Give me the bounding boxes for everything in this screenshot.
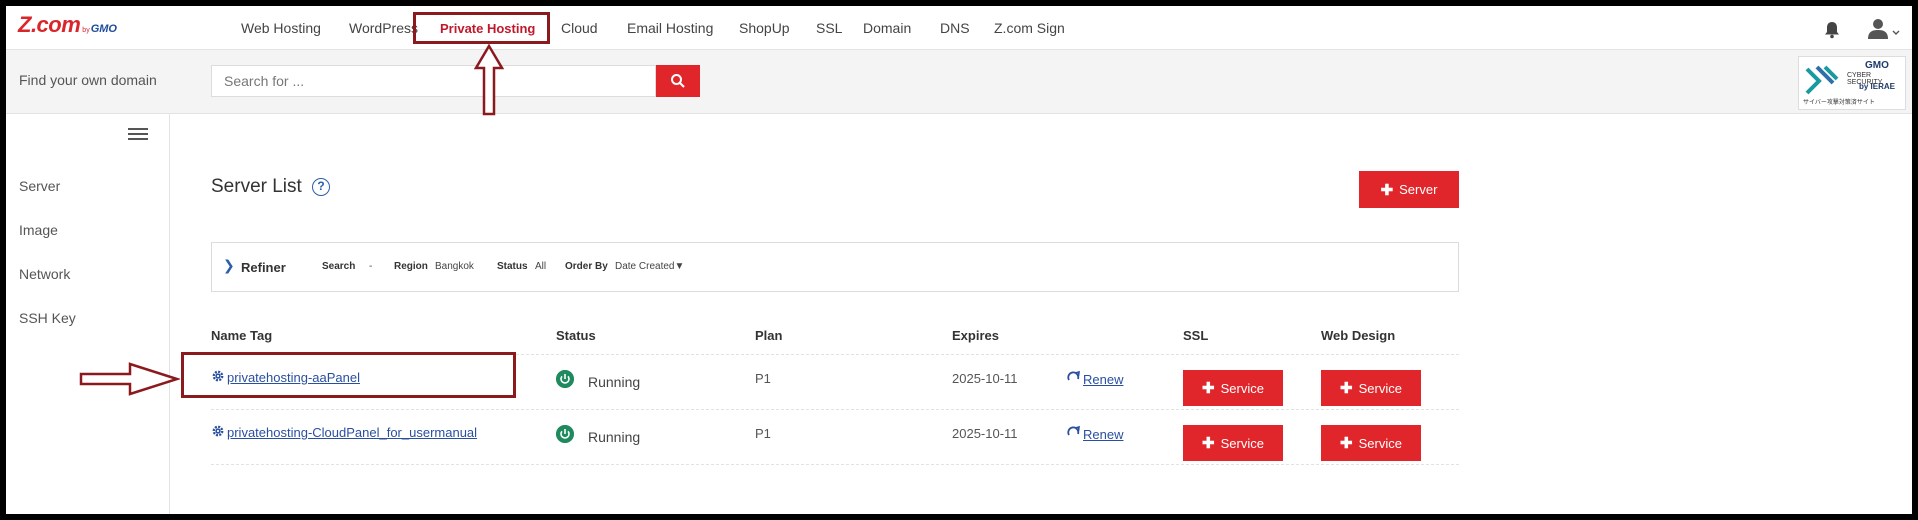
annotation-row-highlight-box [181,352,516,398]
search-button[interactable] [656,65,700,97]
domain-search-bar: Find your own domain GMO CYBER SECURITY … [6,50,1912,114]
refiner-panel[interactable]: ❯ Refiner Search - Region Bangkok Status… [211,242,1459,292]
plan-text: P1 [755,426,771,441]
server-name-link[interactable]: privatehosting-CloudPanel_for_usermanual [227,425,477,440]
badge-jp-text: サイバー攻撃対策済サイト [1803,100,1875,106]
app-window: Z.com by GMO Web Hosting WordPress Priva… [6,6,1912,514]
web-design-service-label: Service [1358,380,1402,396]
sidebar-item-server[interactable]: Server [19,178,60,194]
refiner-search-key: Search [322,261,356,272]
refiner-search-value[interactable]: - [369,261,372,272]
annotation-right-arrow-icon [79,362,180,396]
sidebar-item-network[interactable]: Network [19,266,70,282]
find-domain-label: Find your own domain [19,72,157,88]
search-icon [671,74,685,88]
sidebar-item-ssh-key[interactable]: SSH Key [19,310,76,326]
nav-email-hosting[interactable]: Email Hosting [627,20,713,36]
refiner-status-value[interactable]: All [535,261,546,272]
ssl-service-button[interactable]: ✚ Service [1183,370,1283,406]
zcom-logo[interactable]: Z.com by GMO [18,12,117,38]
nav-zcom-sign[interactable]: Z.com Sign [994,20,1065,36]
expires-text: 2025-10-11 [952,371,1018,386]
refiner-status-key: Status [497,261,528,272]
plus-icon: ✚ [1340,435,1353,452]
ssl-service-label: Service [1220,380,1264,396]
plus-icon: ✚ [1340,380,1353,397]
power-running-icon [556,425,574,443]
refiner-order-value[interactable]: Date Created▼ [615,261,684,272]
top-nav: Z.com by GMO Web Hosting WordPress Priva… [6,6,1912,50]
badge-gmo: GMO [1865,60,1889,71]
col-header-web-design: Web Design [1321,328,1396,343]
plus-icon: ✚ [1202,435,1215,452]
sidebar-item-image[interactable]: Image [19,222,58,238]
nav-domain[interactable]: Domain [863,20,911,36]
user-icon[interactable] [1866,18,1900,40]
row-divider [211,464,1459,465]
col-header-expires: Expires [952,328,999,343]
col-header-plan: Plan [755,328,783,343]
renew-link[interactable]: Renew [1083,372,1123,387]
domain-search-input[interactable] [211,65,656,97]
plan-text: P1 [755,371,771,386]
gmo-cyber-security-badge[interactable]: GMO CYBER SECURITY by IERAE サイバー攻撃対策済サイト [1798,56,1906,110]
row-divider [211,409,1459,410]
logo-gmo: GMO [90,23,117,35]
refiner-order-key: Order By [565,261,608,272]
page-title: Server List [211,176,302,197]
status-text: Running [588,429,641,445]
refiner-label: Refiner [241,260,286,275]
web-design-service-button[interactable]: ✚ Service [1321,425,1421,461]
chevron-right-icon[interactable]: ❯ [223,257,235,274]
nav-wordpress[interactable]: WordPress [349,20,418,36]
nav-dns[interactable]: DNS [940,20,970,36]
refiner-region-key: Region [394,261,428,272]
nav-shopup[interactable]: ShopUp [739,20,790,36]
nav-cloud[interactable]: Cloud [561,20,598,36]
hamburger-menu-icon[interactable] [128,128,148,142]
logo-text: Z.com [18,12,81,37]
sidebar: Server Image Network SSH Key [6,114,170,514]
badge-ierae: by IERAE [1859,82,1896,91]
nav-web-hosting[interactable]: Web Hosting [241,20,321,36]
plus-icon: ✚ [1380,181,1394,199]
plus-icon: ✚ [1202,380,1215,397]
renew-link[interactable]: Renew [1083,427,1123,442]
logo-by: by [82,27,90,34]
expires-text: 2025-10-11 [952,426,1018,441]
ssl-service-button[interactable]: ✚ Service [1183,425,1283,461]
col-header-name-tag: Name Tag [211,328,273,343]
renew-icon[interactable] [1066,425,1082,439]
nav-ssl[interactable]: SSL [816,20,842,36]
annotation-up-arrow-icon [474,44,504,116]
bell-icon[interactable] [1822,20,1842,40]
col-header-ssl: SSL [1183,328,1209,343]
web-design-service-label: Service [1358,435,1402,451]
web-design-service-button[interactable]: ✚ Service [1321,370,1421,406]
status-text: Running [588,374,641,390]
col-header-status: Status [556,328,596,343]
gear-icon[interactable] [211,424,225,438]
ssl-service-label: Service [1220,435,1264,451]
help-icon[interactable]: ? [312,178,330,196]
add-server-button[interactable]: ✚ Server [1359,171,1459,208]
refiner-region-value[interactable]: Bangkok [435,261,474,272]
add-server-label: Server [1399,182,1438,197]
ierae-logo-icon [1805,65,1839,95]
power-running-icon [556,370,574,388]
annotation-highlight-box [413,12,550,44]
renew-icon[interactable] [1066,370,1082,384]
